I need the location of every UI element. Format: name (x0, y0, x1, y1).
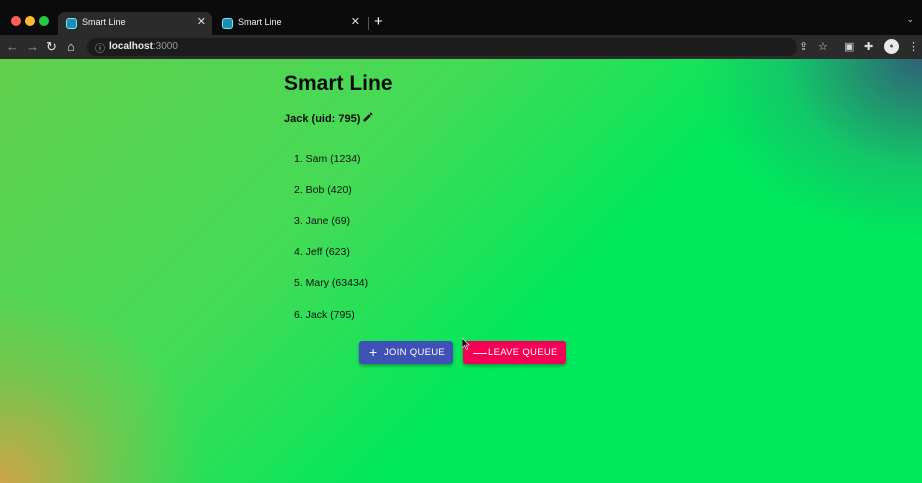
bookmark-star-icon[interactable]: ☆ (818, 39, 828, 55)
page-viewport: Smart Line Jack (uid: 795) 1. Sam (1234)… (0, 59, 922, 483)
queue-list-item: 2. Bob (420) (294, 184, 352, 196)
browser-tab-bar: Smart Line ✕ Smart Line ✕ + ⌄ (0, 0, 922, 35)
queue-list-item: 4. Jeff (623) (294, 246, 350, 258)
queue-list-item: 5. Mary (63434) (294, 277, 369, 289)
react-favicon-icon (222, 18, 233, 29)
address-bar[interactable]: ⓘ localhost:3000 (87, 38, 797, 56)
window-close-dot[interactable] (11, 16, 21, 26)
tab-title: Smart Line (82, 17, 126, 27)
react-favicon-icon (66, 18, 77, 29)
back-arrow-icon[interactable]: ← (6, 39, 19, 55)
browser-tab-1[interactable]: Smart Line ✕ (58, 12, 212, 35)
profile-avatar-icon[interactable]: ● (884, 39, 899, 54)
new-tab-icon[interactable]: + (374, 13, 383, 31)
reload-icon[interactable]: ↻ (46, 39, 57, 55)
current-user-label: Jack (uid: 795) (284, 113, 361, 125)
url-host: localhost (109, 41, 153, 52)
window-minimize-dot[interactable] (25, 16, 35, 26)
extensions-puzzle-icon[interactable]: ✚ (864, 39, 873, 55)
mouse-cursor-icon (462, 338, 470, 350)
join-queue-button[interactable]: + JOIN QUEUE (359, 341, 453, 364)
leave-queue-label: LEAVE QUEUE (488, 347, 558, 358)
share-icon[interactable]: ⇪ (799, 39, 808, 55)
url-port: :3000 (152, 41, 178, 52)
browser-menu-icon[interactable]: ⋮ (908, 39, 919, 55)
queue-list-item: 3. Jane (69) (294, 215, 351, 227)
tab-close-icon[interactable]: ✕ (197, 15, 206, 29)
queue-list-item: 1. Sam (1234) (294, 153, 361, 165)
edit-pencil-icon[interactable] (362, 111, 374, 123)
browser-toolbar: ← → ↻ ⌂ ⓘ localhost:3000 ⇪ ☆ ▣ ✚ ⋮ (0, 35, 922, 59)
browser-tab-2[interactable]: Smart Line ✕ (214, 12, 366, 35)
url-text: localhost:3000 (109, 41, 178, 52)
tab-search-chevron-icon[interactable]: ⌄ (906, 14, 914, 25)
media-router-icon[interactable]: ▣ (844, 39, 854, 55)
site-info-icon[interactable]: ⓘ (95, 40, 105, 55)
queue-list-item: 6. Jack (795) (294, 309, 355, 321)
forward-arrow-icon[interactable]: → (26, 39, 39, 55)
tab-title: Smart Line (238, 17, 282, 27)
tab-separator (368, 17, 369, 30)
minus-icon: — (473, 344, 488, 360)
tab-close-icon[interactable]: ✕ (351, 15, 360, 29)
join-queue-label: JOIN QUEUE (384, 347, 446, 358)
plus-icon: + (369, 344, 378, 360)
page-title: Smart Line (284, 72, 393, 95)
window-maximize-dot[interactable] (39, 16, 49, 26)
home-icon[interactable]: ⌂ (67, 39, 75, 55)
leave-queue-button[interactable]: — LEAVE QUEUE (463, 341, 566, 364)
